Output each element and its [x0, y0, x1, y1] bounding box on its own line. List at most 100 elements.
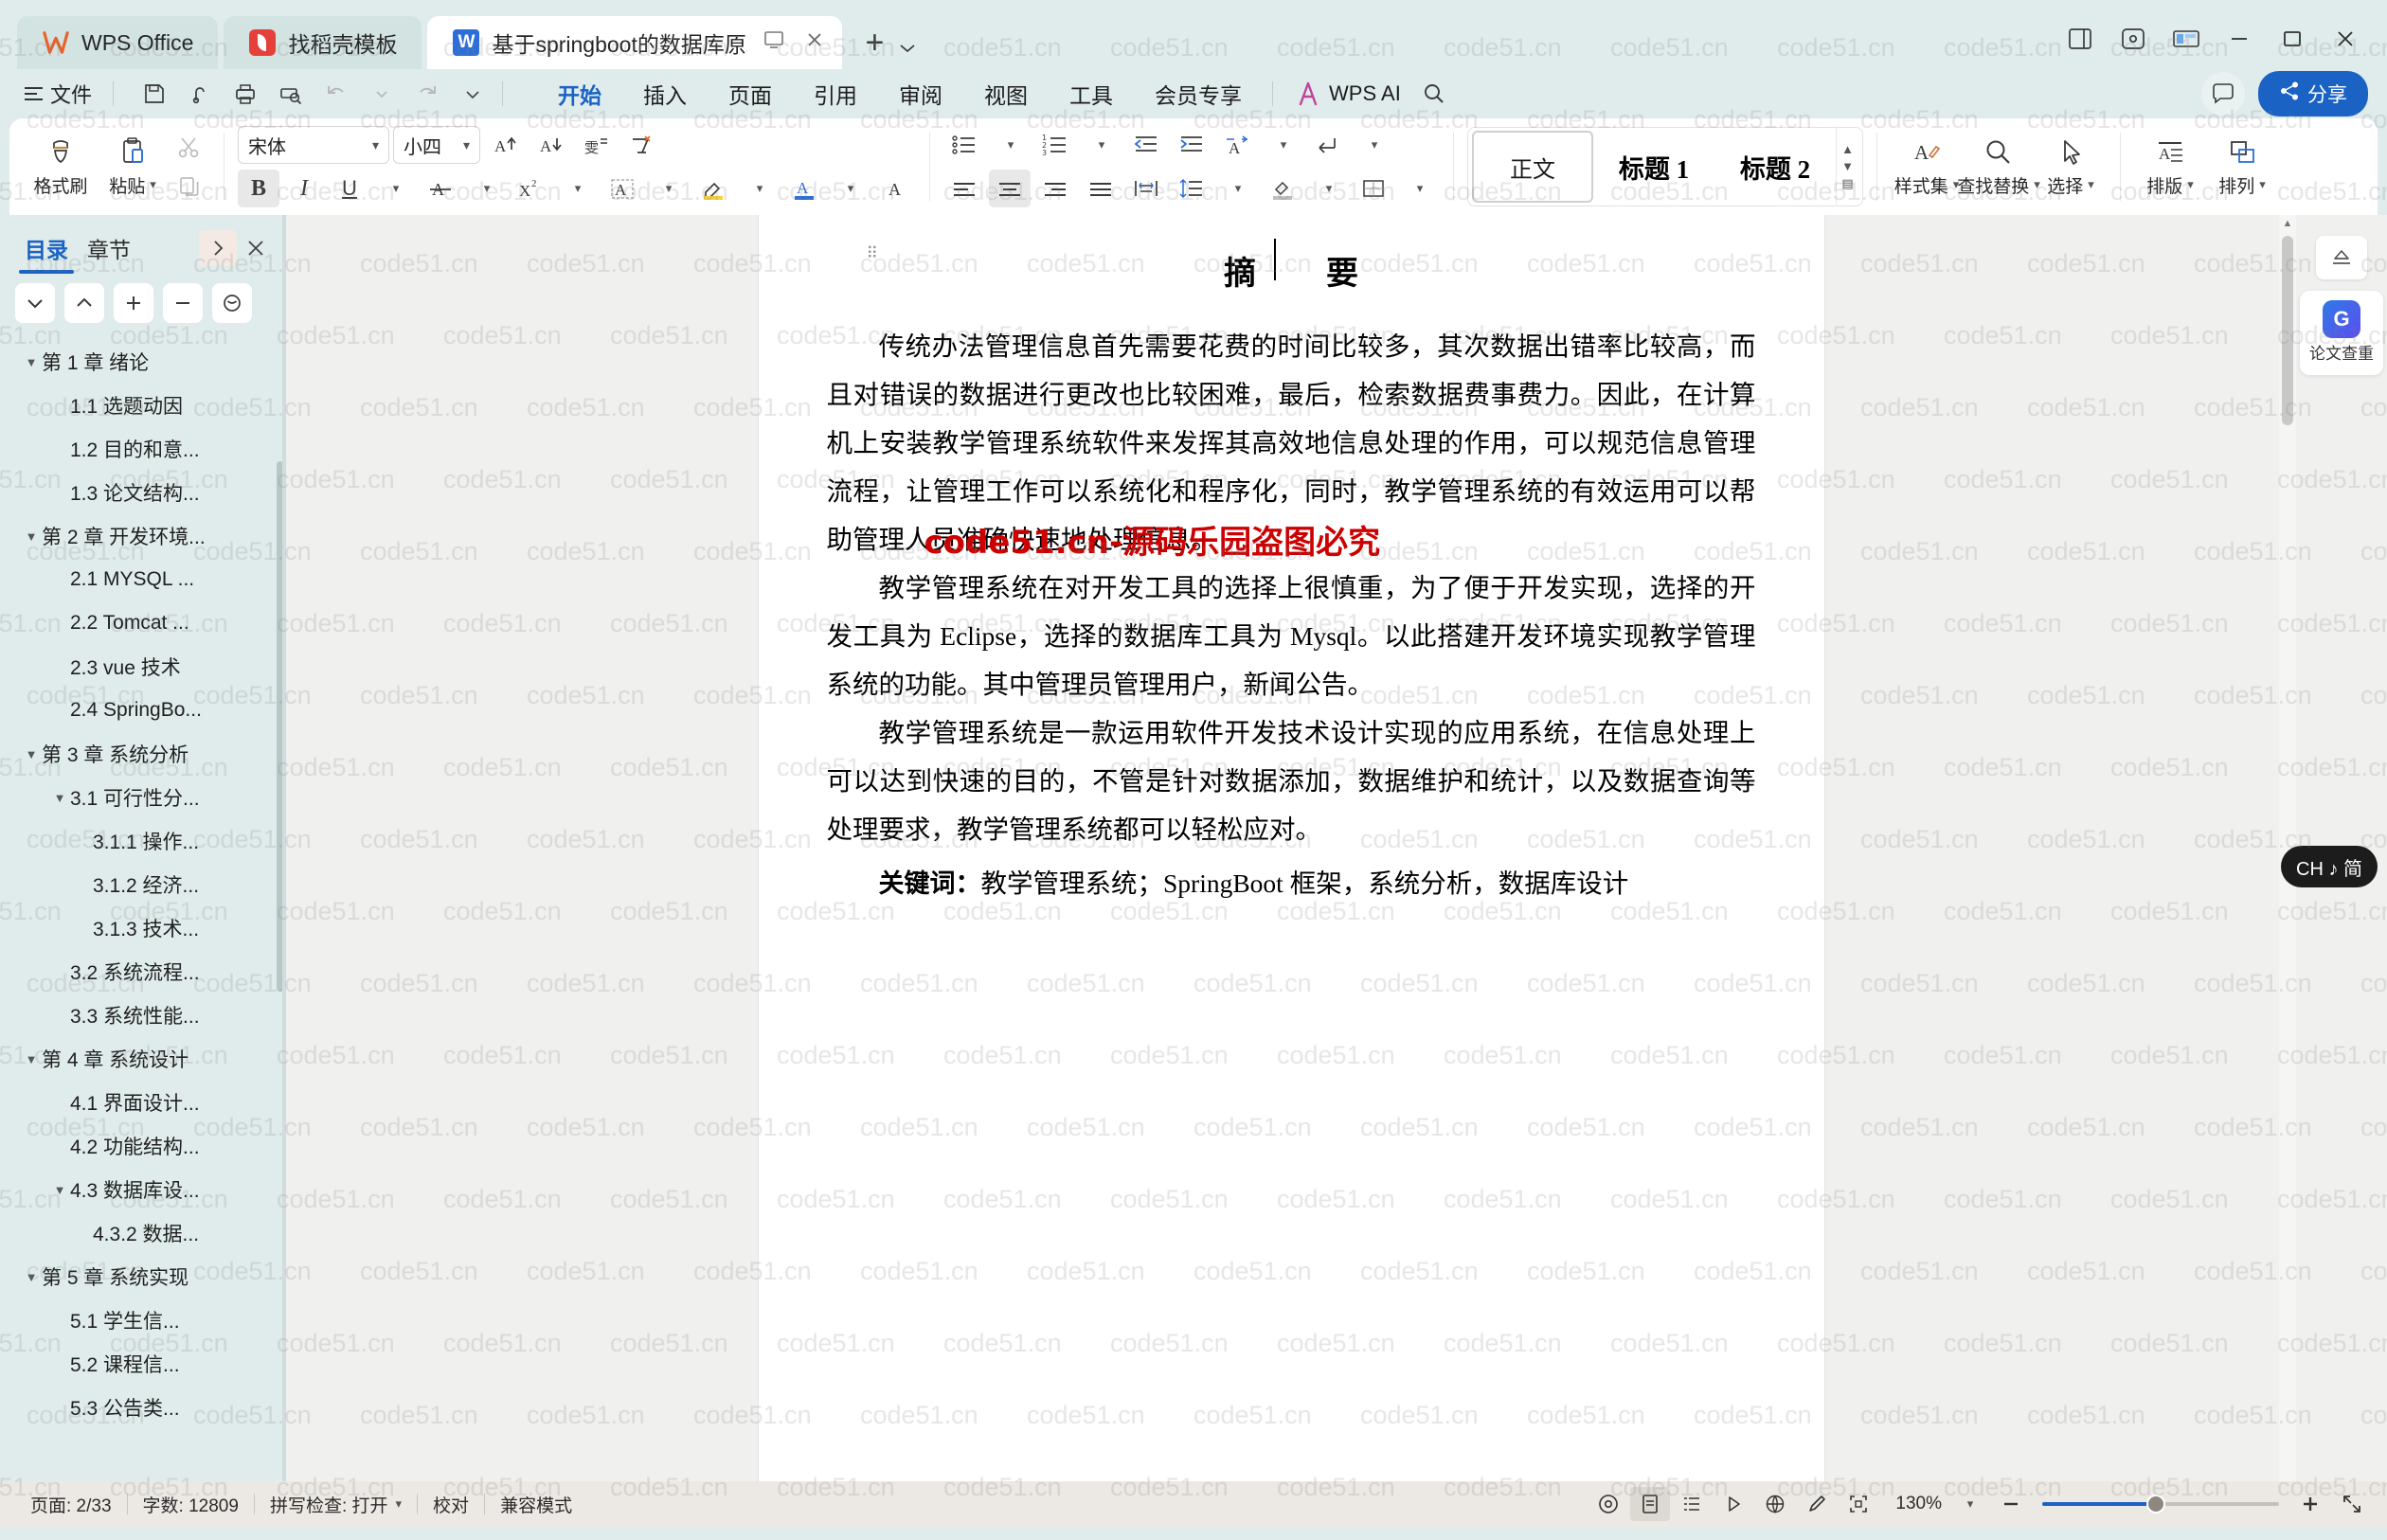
- toc-item[interactable]: ▼ 第 1 章 绪论: [0, 340, 286, 384]
- chevron-right-icon[interactable]: [199, 230, 237, 266]
- compatibility-mode[interactable]: 兼容模式: [485, 1492, 587, 1517]
- tab-wps-office[interactable]: WPS Office: [17, 16, 219, 69]
- word-count[interactable]: 字数: 12809: [128, 1492, 254, 1517]
- toc-expand-triangle-icon[interactable]: ▼: [21, 747, 42, 761]
- toc-collapse-level-icon[interactable]: [163, 283, 203, 323]
- style-gallery-scroll[interactable]: ▲ ▼ ▤: [1836, 127, 1858, 206]
- superscript-icon[interactable]: X2: [511, 170, 552, 207]
- formatting-marks-chevron-icon[interactable]: ▾: [1353, 126, 1394, 164]
- proofread-button[interactable]: 校对: [418, 1492, 484, 1517]
- outline-view-icon[interactable]: [1672, 1487, 1712, 1521]
- toc-expand-triangle-icon[interactable]: ▼: [21, 1052, 42, 1066]
- sidebar-toggle-icon[interactable]: [2055, 18, 2105, 60]
- toc-item[interactable]: 4.3.2 数据...: [0, 1211, 286, 1255]
- toc-item[interactable]: 2.1 MYSQL ...: [0, 558, 286, 601]
- font-color-chevron-icon[interactable]: ▾: [829, 170, 870, 207]
- sidebar-tab-toc[interactable]: 目录: [15, 228, 78, 274]
- toc-item[interactable]: ▼ 第 2 章 开发环境...: [0, 514, 286, 558]
- ribbon-tab-insert[interactable]: 插入: [622, 72, 708, 116]
- strikethrough-icon[interactable]: A: [420, 170, 461, 207]
- bold-button[interactable]: B: [238, 170, 279, 207]
- maximize-button[interactable]: [2268, 18, 2317, 60]
- toc-item[interactable]: 5.3 公告类...: [0, 1386, 286, 1429]
- shading-chevron-icon[interactable]: ▾: [1307, 170, 1349, 207]
- decrease-font-size-icon[interactable]: A: [529, 126, 571, 164]
- display-settings-icon[interactable]: [2162, 18, 2211, 60]
- show-formatting-marks-icon[interactable]: [1307, 126, 1349, 164]
- gallery-up-icon[interactable]: ▲: [1841, 142, 1854, 156]
- gallery-more-icon[interactable]: ▤: [1841, 176, 1853, 191]
- char-border-icon[interactable]: A: [601, 170, 643, 207]
- underline-button[interactable]: U: [329, 170, 370, 207]
- style-set-button[interactable]: A 样式集 ▾: [1891, 131, 1963, 204]
- toc-item[interactable]: 4.1 界面设计...: [0, 1081, 286, 1124]
- numbered-chevron-icon[interactable]: ▾: [1080, 126, 1122, 164]
- toc-item[interactable]: 3.3 系统性能...: [0, 994, 286, 1037]
- gallery-down-icon[interactable]: ▼: [1841, 159, 1854, 173]
- highlight-color-icon[interactable]: [692, 170, 734, 207]
- zoom-chevron-icon[interactable]: ▾: [1949, 1487, 1989, 1521]
- bullet-list-icon[interactable]: [943, 126, 985, 164]
- toc-item[interactable]: 1.1 选题动因: [0, 384, 286, 427]
- toc-item[interactable]: 3.1.2 经济...: [0, 863, 286, 906]
- toc-item[interactable]: 4.2 功能结构...: [0, 1124, 286, 1168]
- toc-item[interactable]: ▼ 第 4 章 系统设计: [0, 1037, 286, 1081]
- toc-item[interactable]: 3.2 系统流程...: [0, 950, 286, 994]
- fullscreen-button[interactable]: [2332, 1487, 2372, 1521]
- ribbon-tab-start[interactable]: 开始: [537, 72, 622, 116]
- borders-icon[interactable]: [1353, 170, 1394, 207]
- toc-expand-triangle-icon[interactable]: ▼: [21, 1270, 42, 1284]
- print-icon[interactable]: [225, 76, 265, 112]
- new-tab-button[interactable]: +: [848, 16, 893, 69]
- ribbon-tab-review[interactable]: 审阅: [878, 72, 963, 116]
- toc-item[interactable]: 2.3 vue 技术: [0, 645, 286, 689]
- toc-expand-triangle-icon[interactable]: ▼: [21, 529, 42, 544]
- zoom-out-button[interactable]: [1991, 1487, 2031, 1521]
- increase-indent-icon[interactable]: [1171, 126, 1212, 164]
- toc-expand-triangle-icon[interactable]: ▼: [21, 355, 42, 369]
- search-icon[interactable]: [1414, 76, 1454, 112]
- toc-list[interactable]: ▼ 第 1 章 绪论 1.1 选题动因 1.2 目的和意... 1.3 论文结构... ▼…: [0, 334, 286, 1481]
- decrease-indent-icon[interactable]: [1125, 126, 1167, 164]
- format-painter-button[interactable]: 格式刷: [25, 131, 97, 204]
- toc-item[interactable]: 5.1 学生信...: [0, 1298, 286, 1342]
- font-name-select[interactable]: 宋体 ▾: [238, 126, 389, 164]
- highlight-chevron-icon[interactable]: ▾: [738, 170, 780, 207]
- ribbon-tab-page[interactable]: 页面: [708, 72, 793, 116]
- bullet-chevron-icon[interactable]: ▾: [989, 126, 1031, 164]
- zoom-slider[interactable]: [2042, 1494, 2279, 1514]
- align-left-icon[interactable]: [943, 170, 985, 207]
- line-spacing-icon[interactable]: [1171, 170, 1212, 207]
- strikethrough-chevron-icon[interactable]: ▾: [465, 170, 507, 207]
- toc-item[interactable]: ▼ 第 5 章 系统实现: [0, 1255, 286, 1298]
- toc-prev-icon[interactable]: [64, 283, 104, 323]
- read-mode-icon[interactable]: [1588, 1487, 1628, 1521]
- scroll-thumb[interactable]: [2282, 236, 2293, 425]
- numbered-list-icon[interactable]: 123: [1034, 126, 1076, 164]
- line-spacing-chevron-icon[interactable]: ▾: [1216, 170, 1258, 207]
- find-replace-button[interactable]: 查找替换 ▾: [1957, 131, 2040, 204]
- toc-item[interactable]: 2.4 SpringBo...: [0, 689, 286, 732]
- ribbon-tab-reference[interactable]: 引用: [793, 72, 878, 116]
- panel-collapse-icon[interactable]: [2316, 236, 2367, 279]
- asian-layout-chevron-icon[interactable]: ▾: [1262, 126, 1303, 164]
- italic-button[interactable]: I: [283, 170, 325, 207]
- toc-item[interactable]: ▼ 4.3 数据库设...: [0, 1168, 286, 1211]
- slider-knob[interactable]: [2146, 1495, 2165, 1513]
- ribbon-tab-member[interactable]: 会员专享: [1134, 72, 1263, 116]
- web-view-icon[interactable]: [1714, 1487, 1753, 1521]
- select-button[interactable]: 选择 ▾: [2035, 131, 2107, 204]
- tab-overflow-chevron-icon[interactable]: [899, 16, 922, 69]
- scissors-icon[interactable]: [169, 128, 210, 166]
- clear-formatting-icon[interactable]: [620, 126, 662, 164]
- pen-icon[interactable]: [1797, 1487, 1837, 1521]
- toc-item[interactable]: 1.2 目的和意...: [0, 427, 286, 471]
- sidebar-tab-chapters[interactable]: 章节: [78, 228, 140, 268]
- toc-item[interactable]: 5.2 课程信...: [0, 1342, 286, 1386]
- underline-chevron-icon[interactable]: ▾: [374, 170, 416, 207]
- increase-font-size-icon[interactable]: A: [484, 126, 526, 164]
- focus-mode-icon[interactable]: [1839, 1487, 1878, 1521]
- customize-quick-access-chevron-icon[interactable]: [453, 76, 493, 112]
- asian-layout-icon[interactable]: A: [1216, 126, 1258, 164]
- toc-expand-triangle-icon[interactable]: ▼: [49, 791, 70, 805]
